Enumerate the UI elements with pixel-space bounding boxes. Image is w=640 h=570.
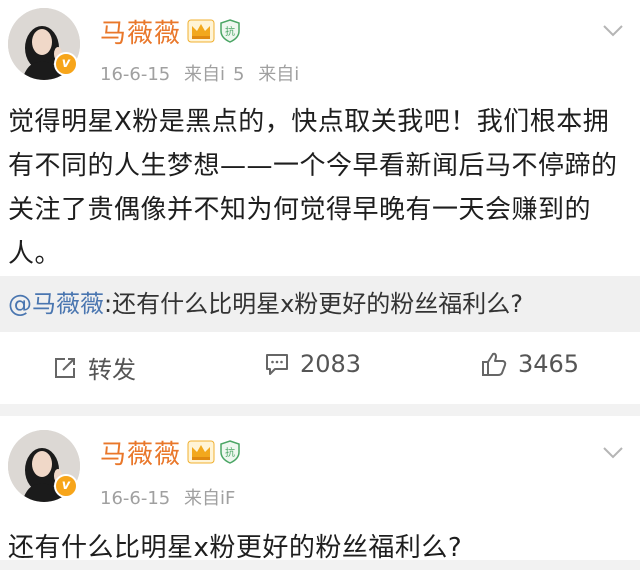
action-bar: 转发 2083 3465 — [0, 340, 640, 392]
avatar-container[interactable]: v — [8, 8, 80, 80]
shield-label: 抗 — [225, 25, 235, 38]
post-source: 来自i 5 — [184, 64, 244, 85]
chevron-down-icon[interactable] — [602, 24, 624, 38]
user-name-row: 马薇薇 抗 — [100, 13, 241, 49]
comment-icon — [266, 354, 288, 375]
comment-button[interactable]: 2083 — [264, 350, 361, 378]
crown-icon — [187, 19, 215, 43]
username[interactable]: 马薇薇 — [100, 434, 181, 471]
crown-icon — [187, 440, 215, 464]
post-source-suffix: 5 — [233, 64, 245, 85]
quote-mention[interactable]: @马薇薇 — [8, 290, 104, 318]
post-date: 16-6-15 — [100, 488, 171, 509]
post-source-text: 来自i — [184, 64, 226, 85]
like-button[interactable]: 3465 — [480, 350, 579, 378]
post-source-2: 来自i — [258, 64, 300, 85]
verified-v-icon: v — [54, 52, 78, 76]
repost-icon — [55, 357, 75, 378]
like-count: 3465 — [518, 350, 580, 378]
weibo-post: v 马薇薇 抗 16-6-15 来自iF 还有什么比明星x粉更好的粉丝福利么? — [0, 416, 640, 563]
post-body: 还有什么比明星x粉更好的粉丝福利么? — [8, 533, 463, 563]
verified-v-icon: v — [54, 474, 78, 498]
chevron-down-icon[interactable] — [602, 446, 624, 460]
quote-text: :还有什么比明星x粉更好的粉丝福利么? — [104, 290, 524, 318]
post-body: 觉得明星X粉是黑点的，快点取关我吧！我们根本拥有不同的人生梦想——一个今早看新闻… — [8, 107, 618, 269]
post-date: 16-6-15 — [100, 64, 171, 85]
shield-icon: 抗 — [220, 440, 240, 464]
weibo-post: v 马薇薇 抗 16-6-15 来自i 5 来自i 觉得明星X粉是黑点的，快点取关… — [0, 0, 640, 404]
shield-label: 抗 — [225, 446, 235, 459]
post-meta: 16-6-15 来自iF — [100, 484, 235, 510]
quoted-post[interactable]: @马薇薇:还有什么比明星x粉更好的粉丝福利么? — [0, 276, 640, 332]
user-name-row: 马薇薇 抗 — [100, 434, 241, 470]
thumbs-up-icon — [482, 352, 507, 376]
repost-button[interactable]: 转发 — [52, 350, 136, 385]
shield-icon: 抗 — [220, 19, 240, 43]
post-separator — [0, 404, 640, 416]
repost-label: 转发 — [88, 356, 136, 384]
post-source: 来自iF — [184, 488, 236, 509]
post-meta: 16-6-15 来自i 5 来自i — [100, 60, 299, 86]
comment-count: 2083 — [300, 350, 362, 378]
avatar-container[interactable]: v — [8, 430, 80, 502]
username[interactable]: 马薇薇 — [100, 13, 181, 50]
